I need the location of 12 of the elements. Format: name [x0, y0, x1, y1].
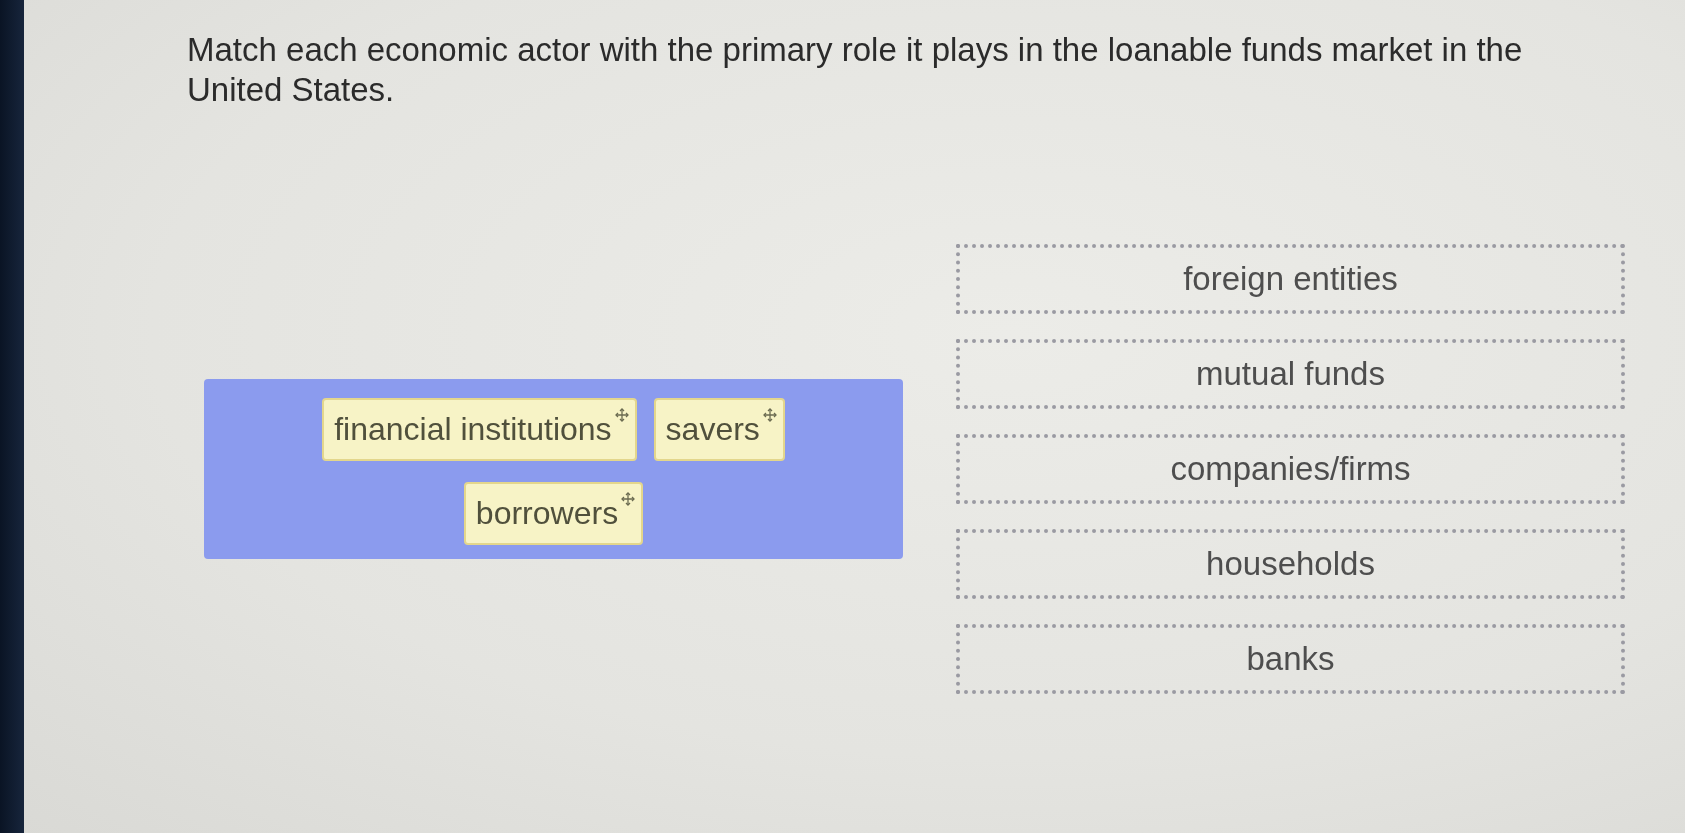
drop-target[interactable]: foreign entities [956, 244, 1625, 314]
drop-target[interactable]: mutual funds [956, 339, 1625, 409]
draggable-tile[interactable]: savers [653, 398, 785, 461]
drop-target[interactable]: companies/firms [956, 434, 1625, 504]
question-text: Match each economic actor with the primary role it plays in the loanable funds market in the United States. [187, 30, 1524, 110]
draggable-tile[interactable]: financial institutions [322, 398, 637, 461]
move-icon [762, 408, 777, 422]
draggable-tile[interactable]: borrowers [463, 482, 644, 545]
drop-target[interactable]: banks [956, 624, 1625, 694]
move-icon [621, 492, 636, 506]
drop-target[interactable]: households [956, 529, 1625, 599]
move-icon [614, 408, 629, 422]
